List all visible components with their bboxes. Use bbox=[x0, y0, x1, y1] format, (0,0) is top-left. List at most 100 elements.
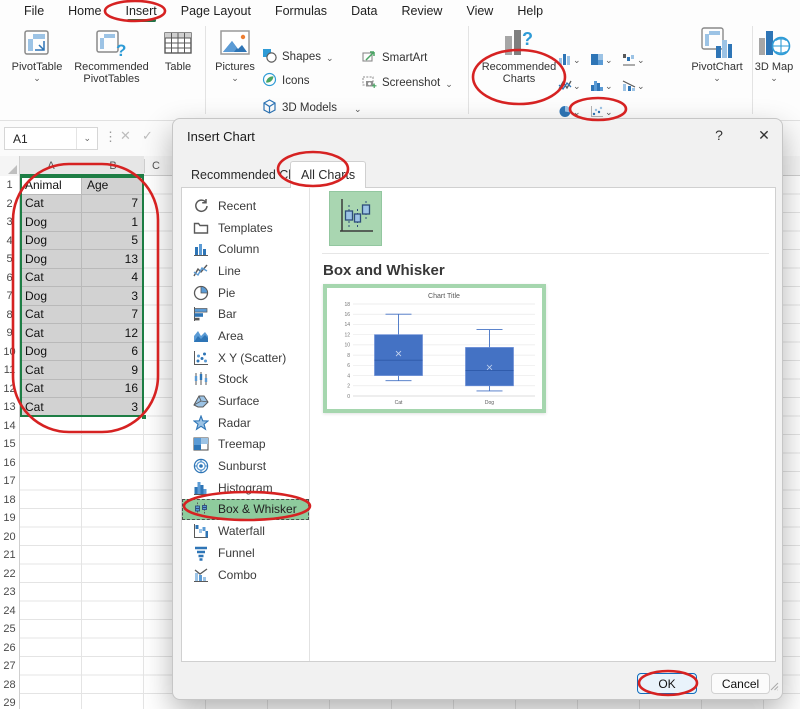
cancel-button[interactable]: Cancel bbox=[711, 673, 770, 694]
resize-grip-icon[interactable] bbox=[770, 678, 779, 696]
chart-type-line[interactable]: Line bbox=[182, 260, 309, 282]
cell-a8[interactable]: Cat bbox=[20, 306, 82, 325]
chart-type-histogram[interactable]: Histogram bbox=[182, 477, 309, 499]
screenshot-button[interactable]: Screenshot ⌄ bbox=[362, 74, 453, 92]
pivottable-button[interactable]: PivotTable ⌄ bbox=[8, 26, 66, 82]
help-icon[interactable]: ? bbox=[709, 127, 729, 143]
cell-b5[interactable]: 13 bbox=[82, 250, 144, 269]
pivotchart-button[interactable]: PivotChart ⌄ bbox=[686, 26, 748, 82]
column-header-b[interactable]: B bbox=[109, 156, 116, 176]
cancel-entry-icon[interactable]: ✕ bbox=[120, 128, 131, 144]
row-header-16[interactable]: 16 bbox=[0, 454, 19, 473]
row-header-8[interactable]: 8 bbox=[0, 306, 19, 325]
cell-a9[interactable]: Cat bbox=[20, 324, 82, 343]
chart-type-templates[interactable]: Templates bbox=[182, 217, 309, 239]
cell-b11[interactable]: 9 bbox=[82, 361, 144, 380]
recommended-charts-button[interactable]: ? Recommended Charts bbox=[477, 26, 561, 85]
row-header-17[interactable]: 17 bbox=[0, 472, 19, 491]
row-header-18[interactable]: 18 bbox=[0, 491, 19, 510]
select-all-corner[interactable] bbox=[0, 156, 20, 176]
chart-type-area[interactable]: Area bbox=[182, 325, 309, 347]
row-header-1[interactable]: 1 bbox=[0, 176, 19, 195]
cell-a3[interactable]: Dog bbox=[20, 213, 82, 232]
row-header-26[interactable]: 26 bbox=[0, 639, 19, 658]
cell-a5[interactable]: Dog bbox=[20, 250, 82, 269]
ribbon-tab-review[interactable]: Review bbox=[389, 1, 454, 21]
chart-type-box-whisker[interactable]: Box & Whisker bbox=[182, 499, 309, 521]
ribbon-tab-view[interactable]: View bbox=[454, 1, 505, 21]
row-header-22[interactable]: 22 bbox=[0, 565, 19, 584]
cell-b2[interactable]: 7 bbox=[82, 195, 144, 214]
row-header-14[interactable]: 14 bbox=[0, 417, 19, 436]
ribbon-tab-help[interactable]: Help bbox=[505, 1, 555, 21]
row-header-20[interactable]: 20 bbox=[0, 528, 19, 547]
row-header-10[interactable]: 10 bbox=[0, 343, 19, 362]
chart-type-treemap[interactable]: Treemap bbox=[182, 434, 309, 456]
cell-a11[interactable]: Cat bbox=[20, 361, 82, 380]
row-header-12[interactable]: 12 bbox=[0, 380, 19, 399]
waterfall-icon[interactable]: ⌄ bbox=[622, 46, 654, 72]
ribbon-tab-home[interactable]: Home bbox=[56, 1, 113, 21]
cell-b1[interactable]: Age bbox=[82, 176, 144, 195]
name-box[interactable]: A1 ⌄ bbox=[4, 127, 98, 150]
chart-type-column[interactable]: Column bbox=[182, 238, 309, 260]
tab-all-charts[interactable]: All Charts bbox=[290, 161, 366, 188]
chart-type-funnel[interactable]: Funnel bbox=[182, 542, 309, 564]
chart-type-surface[interactable]: Surface bbox=[182, 390, 309, 412]
row-header-4[interactable]: 4 bbox=[0, 232, 19, 251]
row-header-11[interactable]: 11 bbox=[0, 361, 19, 380]
ribbon-tab-page-layout[interactable]: Page Layout bbox=[169, 1, 263, 21]
close-icon[interactable]: ✕ bbox=[753, 127, 775, 144]
cell-b7[interactable]: 3 bbox=[82, 287, 144, 306]
line-icon[interactable]: ⌄ bbox=[558, 72, 590, 98]
row-header-6[interactable]: 6 bbox=[0, 269, 19, 288]
cell-a13[interactable]: Cat bbox=[20, 398, 82, 417]
row-header-28[interactable]: 28 bbox=[0, 676, 19, 695]
cell-a4[interactable]: Dog bbox=[20, 232, 82, 251]
row-header-15[interactable]: 15 bbox=[0, 435, 19, 454]
ribbon-tab-data[interactable]: Data bbox=[339, 1, 389, 21]
pictures-button[interactable]: Pictures ⌄ bbox=[208, 26, 262, 82]
name-box-chevron-icon[interactable]: ⌄ bbox=[76, 128, 97, 149]
icons-button[interactable]: Icons bbox=[262, 72, 310, 90]
chart-type-sunburst[interactable]: Sunburst bbox=[182, 455, 309, 477]
row-header-9[interactable]: 9 bbox=[0, 324, 19, 343]
chart-type-radar[interactable]: Radar bbox=[182, 412, 309, 434]
chart-type-x-y-scatter[interactable]: X Y (Scatter) bbox=[182, 347, 309, 369]
chart-preview[interactable]: 024681012141618Chart TitleCatDog bbox=[323, 284, 546, 413]
box-whisker-thumbnail[interactable] bbox=[329, 191, 382, 246]
row-header-13[interactable]: 13 bbox=[0, 398, 19, 417]
row-header-19[interactable]: 19 bbox=[0, 509, 19, 528]
cell-b10[interactable]: 6 bbox=[82, 343, 144, 362]
ribbon-tab-insert[interactable]: Insert bbox=[114, 1, 169, 21]
chart-type-recent[interactable]: Recent bbox=[182, 195, 309, 217]
confirm-entry-icon[interactable]: ✓ bbox=[142, 128, 153, 144]
chart-type-waterfall[interactable]: Waterfall bbox=[182, 520, 309, 542]
row-header-3[interactable]: 3 bbox=[0, 213, 19, 232]
3d-models-button[interactable]: 3D Models ⌄ bbox=[262, 99, 362, 117]
ribbon-tab-file[interactable]: File bbox=[12, 1, 56, 21]
recommended-pivottables-button[interactable]: ? Recommended PivotTables bbox=[64, 26, 159, 85]
chart-type-pie[interactable]: Pie bbox=[182, 282, 309, 304]
cell-a1[interactable]: Animal bbox=[20, 176, 82, 195]
column-icon[interactable]: ⌄ bbox=[558, 46, 590, 72]
ribbon-tab-formulas[interactable]: Formulas bbox=[263, 1, 339, 21]
row-header-7[interactable]: 7 bbox=[0, 287, 19, 306]
row-header-29[interactable]: 29 bbox=[0, 694, 19, 709]
cell-b6[interactable]: 4 bbox=[82, 269, 144, 288]
smartart-button[interactable]: SmartArt bbox=[362, 49, 427, 67]
row-header-27[interactable]: 27 bbox=[0, 657, 19, 676]
histogram-icon[interactable]: ⌄ bbox=[590, 72, 622, 98]
column-header-a[interactable]: A bbox=[47, 156, 54, 176]
cell-b8[interactable]: 7 bbox=[82, 306, 144, 325]
chart-type-bar[interactable]: Bar bbox=[182, 303, 309, 325]
cell-b12[interactable]: 16 bbox=[82, 380, 144, 399]
fill-handle[interactable] bbox=[141, 414, 147, 420]
cell-a7[interactable]: Dog bbox=[20, 287, 82, 306]
cell-b13[interactable]: 3 bbox=[82, 398, 144, 417]
row-header-23[interactable]: 23 bbox=[0, 583, 19, 602]
cell-b3[interactable]: 1 bbox=[82, 213, 144, 232]
chart-type-combo[interactable]: Combo bbox=[182, 564, 309, 586]
combo-icon[interactable]: ⌄ bbox=[622, 72, 654, 98]
cell-a10[interactable]: Dog bbox=[20, 343, 82, 362]
